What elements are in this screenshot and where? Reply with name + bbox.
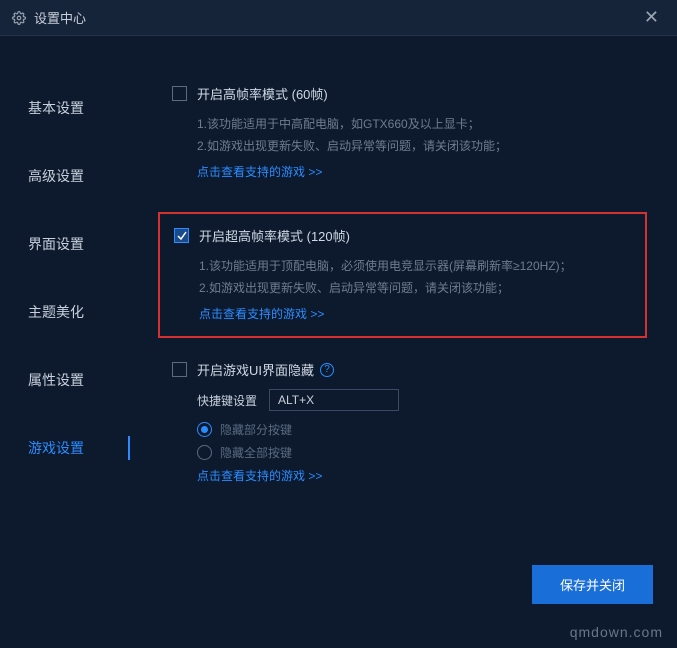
hotkey-input[interactable] xyxy=(269,389,399,411)
sidebar-item-interface[interactable]: 界面设置 xyxy=(0,222,130,266)
setting-fps60: 开启高帧率模式 (60帧) 1.该功能适用于中高配电脑，如GTX660及以上显卡… xyxy=(158,84,647,190)
gear-icon xyxy=(12,11,26,25)
help-icon[interactable]: ? xyxy=(320,363,334,377)
checkbox-fps60[interactable] xyxy=(172,86,187,101)
hotkey-label: 快捷键设置 xyxy=(197,392,257,409)
save-button[interactable]: 保存并关闭 xyxy=(532,565,653,604)
desc-fps60-2: 2.如游戏出现更新失败、启动异常等问题，请关闭该功能； xyxy=(197,135,633,157)
link-hideui-supported[interactable]: 点击查看支持的游戏 >> xyxy=(197,467,322,484)
sidebar-item-game[interactable]: 游戏设置 xyxy=(0,426,130,470)
setting-hide-ui: 开启游戏UI界面隐藏 ? 快捷键设置 隐藏部分按键 隐藏全部按键 点击查看支持的… xyxy=(158,360,647,494)
radio-label-all: 隐藏全部按键 xyxy=(220,444,292,461)
sidebar-item-property[interactable]: 属性设置 xyxy=(0,358,130,402)
link-fps60-supported[interactable]: 点击查看支持的游戏 >> xyxy=(197,163,322,180)
checkbox-hide-ui[interactable] xyxy=(172,362,187,377)
desc-fps120-2: 2.如游戏出现更新失败、启动异常等问题，请关闭该功能； xyxy=(199,277,631,299)
link-fps120-supported[interactable]: 点击查看支持的游戏 >> xyxy=(199,305,324,322)
sidebar-item-basic[interactable]: 基本设置 xyxy=(0,86,130,130)
content-panel: 开启高帧率模式 (60帧) 1.该功能适用于中高配电脑，如GTX660及以上显卡… xyxy=(130,36,677,618)
window-title: 设置中心 xyxy=(34,8,86,27)
setting-fps120: 开启超高帧率模式 (120帧) 1.该功能适用于顶配电脑，必须使用电竞显示器(屏… xyxy=(158,212,647,338)
sidebar-item-theme[interactable]: 主题美化 xyxy=(0,290,130,334)
sidebar-item-advanced[interactable]: 高级设置 xyxy=(0,154,130,198)
watermark: qmdown.com xyxy=(570,624,663,640)
radio-hide-all[interactable] xyxy=(197,445,212,460)
label-hide-ui: 开启游戏UI界面隐藏 xyxy=(197,360,314,379)
checkbox-fps120[interactable] xyxy=(174,228,189,243)
label-fps60: 开启高帧率模式 (60帧) xyxy=(197,84,328,103)
sidebar: 基本设置 高级设置 界面设置 主题美化 属性设置 游戏设置 xyxy=(0,36,130,618)
radio-label-partial: 隐藏部分按键 xyxy=(220,421,292,438)
radio-hide-partial[interactable] xyxy=(197,422,212,437)
titlebar: 设置中心 ✕ xyxy=(0,0,677,36)
label-fps120: 开启超高帧率模式 (120帧) xyxy=(199,226,350,245)
desc-fps120-1: 1.该功能适用于顶配电脑，必须使用电竞显示器(屏幕刷新率≥120HZ)； xyxy=(199,255,631,277)
desc-fps60-1: 1.该功能适用于中高配电脑，如GTX660及以上显卡； xyxy=(197,113,633,135)
close-icon[interactable]: ✕ xyxy=(638,3,665,32)
